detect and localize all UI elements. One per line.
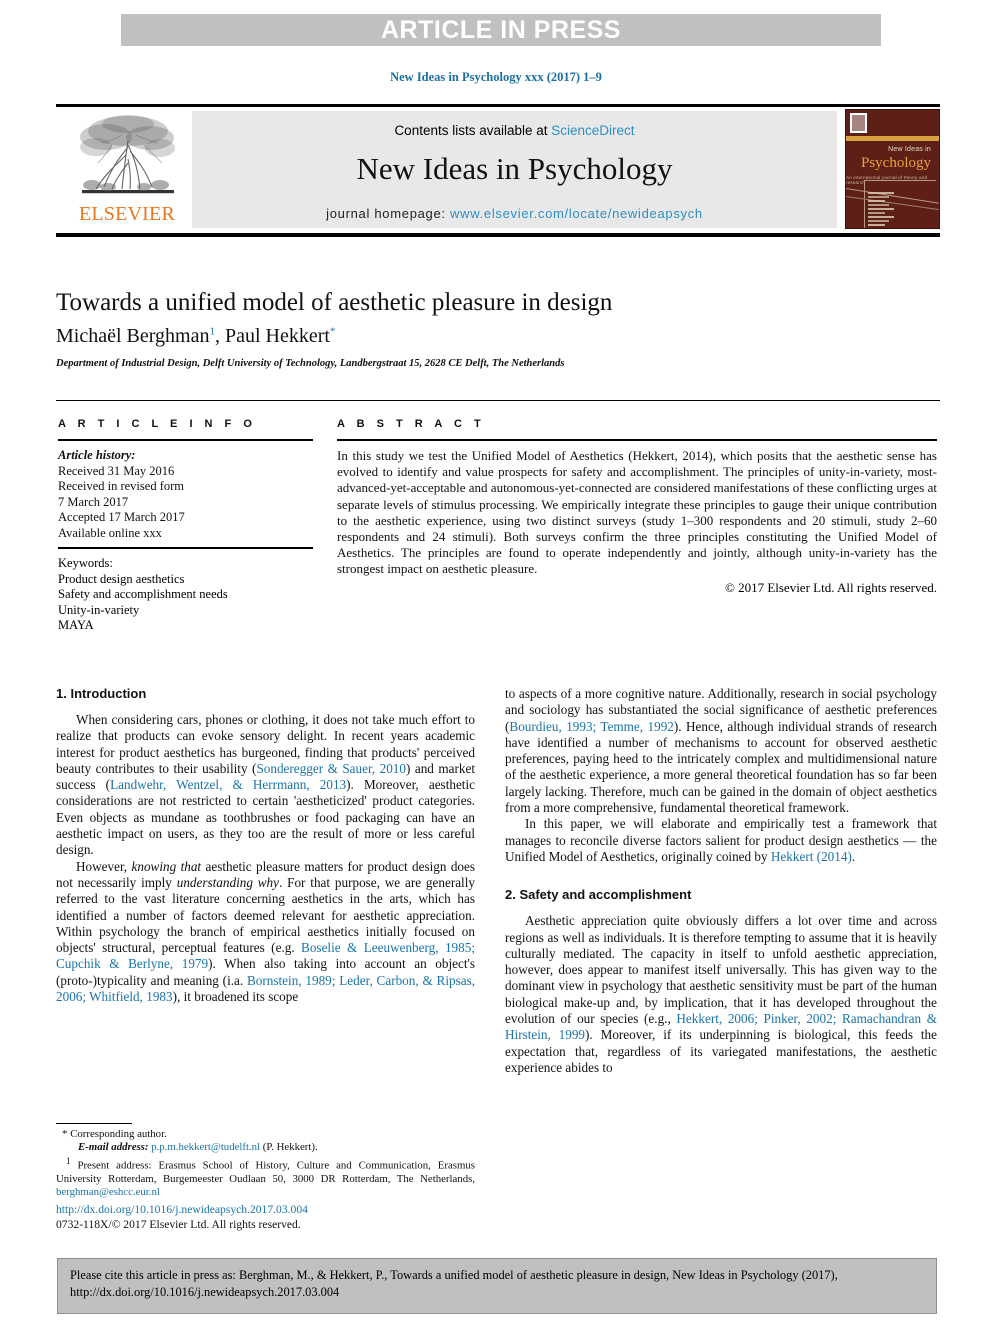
abstract-text: In this study we test the Unified Model … [337, 448, 937, 577]
keyword-item: MAYA [58, 618, 94, 632]
article-info-heading: A R T I C L E I N F O [58, 418, 257, 430]
keywords-label: Keywords: [58, 556, 113, 570]
footnotes-block: * Corresponding author. E-mail address: … [56, 1128, 475, 1200]
author-affiliation: Department of Industrial Design, Delft U… [56, 358, 565, 369]
keyword-item: Safety and accomplishment needs [58, 587, 228, 601]
footnote-1-text: Present address: Erasmus School of Histo… [56, 1159, 475, 1185]
right-p3-part-a: Aesthetic appreciation quite obviously d… [505, 913, 937, 1027]
footnote-corresponding-author: * Corresponding author. [56, 1128, 475, 1141]
article-info-column: A R T I C L E I N F O Article history: R… [58, 418, 313, 634]
cover-text-lines [868, 192, 894, 228]
email-owner-hekkert: (P. Hekkert). [262, 1141, 318, 1154]
elsevier-wordmark: ELSEVIER [78, 203, 176, 225]
abstract-copyright: © 2017 Elsevier Ltd. All rights reserved… [724, 579, 937, 595]
abstract-heading: A B S T R A C T [337, 418, 486, 430]
masthead-bottom-rule [56, 233, 940, 237]
right-p2-part-a: In this paper, we will elaborate and emp… [505, 816, 937, 864]
info-panel-top-rule [56, 400, 940, 401]
intro-p2-emphasis-1: knowing that [131, 858, 202, 874]
journal-homepage-link[interactable]: www.elsevier.com/locate/newideapsych [450, 206, 703, 221]
journal-cover-thumbnail: New Ideas in Psychology An international… [845, 109, 940, 229]
doi-block: http://dx.doi.org/10.1016/j.newideapsych… [56, 1203, 475, 1232]
intro-paragraph-2-continued: to aspects of a more cognitive nature. A… [505, 686, 937, 816]
article-history-label: Article history: [58, 448, 136, 462]
intro-p2-emphasis-2: understanding why [176, 874, 279, 890]
elsevier-logo: ELSEVIER [64, 111, 184, 227]
journal-homepage-label: journal homepage: [326, 206, 451, 221]
article-in-press-banner: ARTICLE IN PRESS [121, 14, 881, 46]
article-history-item: Received 31 May 2016 [58, 463, 175, 478]
cover-hline [864, 180, 936, 181]
abstract-rule [337, 439, 937, 441]
citation-landwehr-2013[interactable]: Landwehr, Wentzel, & Herrmann, 2013 [110, 777, 346, 792]
body-left-column: 1. Introduction When considering cars, p… [56, 686, 475, 1005]
article-history-item: Received in revised form [58, 479, 184, 493]
doi-link[interactable]: http://dx.doi.org/10.1016/j.newideapsych… [56, 1203, 475, 1218]
intro-paragraph-3: In this paper, we will elaborate and emp… [505, 816, 937, 865]
masthead-row: ELSEVIER Contents lists available at Sci… [56, 107, 940, 231]
running-head: New Ideas in Psychology xxx (2017) 1–9 [390, 70, 602, 84]
article-in-press-label: ARTICLE IN PRESS [381, 16, 621, 44]
footnote-email-row: E-mail address: p.p.m.hekkert@tudelft.nl… [56, 1141, 475, 1154]
author-name-1: Michaël Berghman [56, 325, 210, 347]
footnote-present-address: 1 Present address: Erasmus School of His… [56, 1155, 475, 1200]
article-page: ARTICLE IN PRESS New Ideas in Psychology… [0, 0, 992, 1323]
journal-masthead: ELSEVIER Contents lists available at Sci… [56, 104, 940, 231]
sciencedirect-link[interactable]: ScienceDirect [551, 123, 634, 138]
section-heading-safety-accomplishment: 2. Safety and accomplishment [505, 887, 692, 903]
article-history-item: Accepted 17 March 2017 [58, 510, 185, 524]
cover-elsevier-logo-icon [850, 113, 867, 133]
intro-p2-part-e: ), it broadened its scope [172, 989, 299, 1005]
keyword-item: Product design aesthetics [58, 571, 185, 586]
intro-p2-part-a: However, [76, 858, 132, 874]
safety-paragraph-1: Aesthetic appreciation quite obviously d… [505, 913, 937, 1076]
corresponding-author-marker: * [62, 1128, 68, 1140]
intro-paragraph-1: When considering cars, phones or clothin… [56, 712, 475, 859]
journal-homepage-line: journal homepage: www.elsevier.com/locat… [192, 206, 837, 221]
cover-line-1: New Ideas in [888, 146, 931, 153]
section-heading-introduction: 1. Introduction [56, 686, 147, 701]
page-title: Towards a unified model of aesthetic ple… [56, 289, 613, 316]
email-address-label: E-mail address: [78, 1141, 149, 1154]
issn-copyright-line: 0732-118X/© 2017 Elsevier Ltd. All right… [56, 1217, 301, 1231]
abstract-column: A B S T R A C T In this study we test th… [337, 418, 937, 596]
elsevier-tree-icon [80, 115, 175, 194]
cover-elsevier-inner [852, 115, 865, 131]
article-history-block: Article history: Received 31 May 2016 Re… [58, 448, 313, 541]
footnote-1-marker: 1 [66, 1155, 71, 1166]
keywords-block: Keywords: Product design aesthetics Safe… [58, 556, 313, 634]
citation-hekkert-2014[interactable]: Hekkert (2014) [771, 849, 852, 864]
contents-lists-prefix: Contents lists available at [394, 123, 552, 138]
masthead-center-panel: Contents lists available at ScienceDirec… [192, 111, 837, 228]
author-separator: , [214, 325, 225, 347]
citation-bourdieu-temme[interactable]: Bourdieu, 1993; Temme, 1992 [509, 719, 673, 734]
journal-title: New Ideas in Psychology [356, 151, 673, 186]
article-history-item: Available online xxx [58, 525, 162, 540]
footnote-separator-rule [56, 1123, 132, 1124]
article-info-rule [58, 439, 313, 441]
intro-paragraph-2: However, knowing that aesthetic pleasure… [56, 859, 475, 1006]
article-history-item: 7 March 2017 [58, 494, 129, 509]
author-name-2: Paul Hekkert [224, 325, 330, 347]
cover-line-2: Psychology [860, 155, 931, 171]
keyword-item: Unity-in-variety [58, 602, 140, 617]
author-2-corresponding-marker[interactable]: * [330, 325, 336, 337]
contents-lists-line: Contents lists available at ScienceDirec… [192, 123, 837, 138]
corresponding-author-text: Corresponding author. [70, 1128, 167, 1140]
citation-footer-box: Please cite this article in press as: Be… [57, 1258, 937, 1314]
right-p2-part-b: . [851, 848, 856, 864]
citation-sonderegger-sauer-2010[interactable]: Sonderegger & Sauer, 2010 [256, 761, 406, 776]
author-list: Michaël Berghman1, Paul Hekkert* [56, 325, 936, 348]
body-right-column: to aspects of a more cognitive nature. A… [505, 686, 937, 1076]
citation-footer-text: Please cite this article in press as: Be… [70, 1268, 838, 1299]
email-link-hekkert[interactable]: p.p.m.hekkert@tudelft.nl [151, 1141, 260, 1153]
cover-vline [864, 180, 865, 228]
email-link-berghman[interactable]: berghman@eshcc.eur.nl [56, 1186, 160, 1198]
cover-gold-band [846, 136, 939, 141]
keywords-rule [58, 547, 313, 549]
